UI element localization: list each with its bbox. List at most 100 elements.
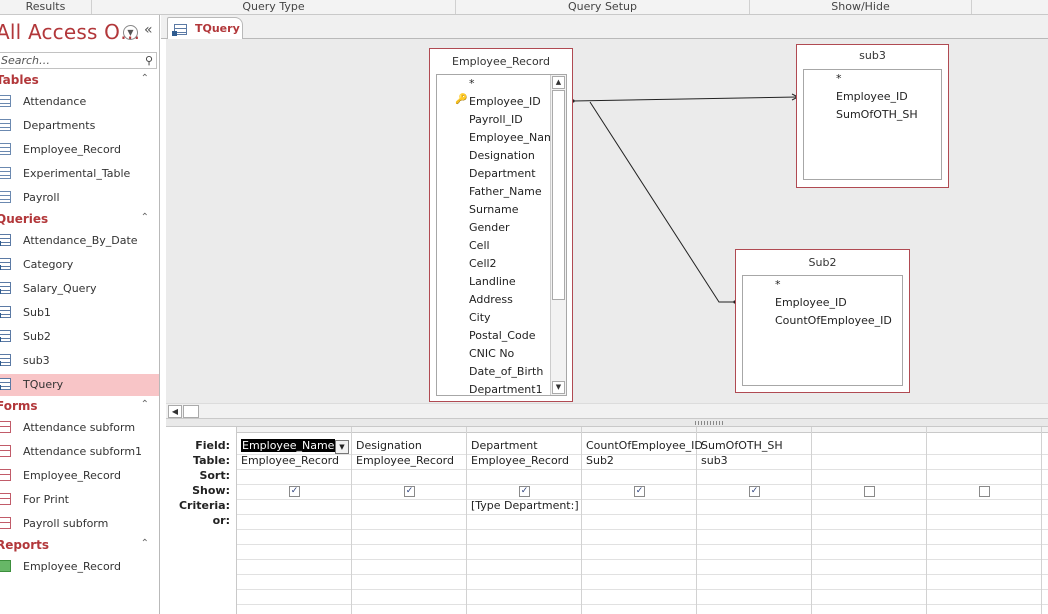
nav-item-payroll[interactable]: Payroll <box>0 187 159 209</box>
splitter-grip-icon[interactable] <box>695 421 725 425</box>
field-surname[interactable]: Surname <box>469 203 518 216</box>
field-all-fields[interactable]: * <box>469 77 475 90</box>
tab-tquery[interactable]: TQuery <box>167 17 243 40</box>
show-checkbox[interactable]: ✓ <box>404 486 415 497</box>
collapse-section-icon[interactable]: ⌃ <box>141 212 149 223</box>
field-address[interactable]: Address <box>469 293 513 306</box>
grid-column-4[interactable]: CountOfEmployee_ID Sub2 ✓ <box>582 427 703 614</box>
field-cell[interactable]: Department <box>471 439 538 452</box>
field-cell[interactable]: Cell <box>469 239 490 252</box>
field-cnic-no[interactable]: CNIC No <box>469 347 514 360</box>
query-design-grid: Field: Table: Sort: Show: Criteria: or: Emplo… <box>166 427 1048 614</box>
table-cell[interactable]: Sub2 <box>586 454 614 467</box>
scroll-left-arrow-icon[interactable]: ◀ <box>168 405 182 418</box>
scroll-thumb[interactable] <box>183 405 199 418</box>
nav-item-employee-record[interactable]: Employee_Record <box>0 465 159 487</box>
nav-item-sub1[interactable]: Sub1 <box>0 302 159 324</box>
nav-section-forms[interactable]: Forms ⌃ <box>0 398 159 416</box>
chevron-down-icon[interactable]: ▼ <box>123 25 138 40</box>
nav-pane-title[interactable]: All Access O… <box>0 20 140 44</box>
nav-item-sub3[interactable]: sub3 <box>0 350 159 372</box>
show-checkbox[interactable]: ✓ <box>519 486 530 497</box>
nav-item-for-print[interactable]: For Print <box>0 489 159 511</box>
pane-splitter[interactable] <box>166 418 1048 427</box>
field-employee-id[interactable]: Employee_ID <box>836 90 908 103</box>
field-all-fields[interactable]: * <box>836 72 842 85</box>
chevron-down-icon[interactable]: ▼ <box>335 440 349 454</box>
nav-item-category[interactable]: Category <box>0 254 159 276</box>
nav-item-salary-query[interactable]: Salary_Query <box>0 278 159 300</box>
table-cell[interactable]: sub3 <box>701 454 728 467</box>
form-icon <box>0 445 11 457</box>
field-cell[interactable]: Designation <box>356 439 422 452</box>
nav-section-reports[interactable]: Reports ⌃ <box>0 537 159 555</box>
field-list-scrollbar[interactable]: ▲ ▼ <box>550 75 566 395</box>
field-father-name[interactable]: Father_Name <box>469 185 542 198</box>
field-employee-id[interactable]: Employee_ID <box>775 296 847 309</box>
field-landline[interactable]: Landline <box>469 275 516 288</box>
show-checkbox[interactable] <box>864 486 875 497</box>
nav-item-attendance-subform1[interactable]: Attendance subform1 <box>0 441 159 463</box>
grid-column-2[interactable]: Designation Employee_Record ✓ <box>352 427 467 614</box>
field-gender[interactable]: Gender <box>469 221 510 234</box>
scroll-down-arrow-icon[interactable]: ▼ <box>552 381 565 394</box>
grid-column-6[interactable] <box>812 427 927 614</box>
nav-item-employee-record[interactable]: Employee_Record <box>0 556 159 578</box>
field-cell[interactable]: CountOfEmployee_ID <box>586 439 703 452</box>
field-designation[interactable]: Designation <box>469 149 535 162</box>
field-cell[interactable]: Employee_Name <box>241 439 336 452</box>
field-payroll-id[interactable]: Payroll_ID <box>469 113 523 126</box>
field-countofemployee-id[interactable]: CountOfEmployee_ID <box>775 314 892 327</box>
nav-item-attendance-by-date[interactable]: Attendance_By_Date <box>0 230 159 252</box>
show-checkbox[interactable]: ✓ <box>634 486 645 497</box>
field-cell2[interactable]: Cell2 <box>469 257 497 270</box>
nav-item-experimental-table[interactable]: Experimental_Table <box>0 163 159 185</box>
show-checkbox[interactable]: ✓ <box>749 486 760 497</box>
field-cell[interactable]: SumOfOTH_SH <box>701 439 783 452</box>
criteria-cell[interactable]: [Type Department:] <box>471 499 579 512</box>
nav-item-payroll-subform[interactable]: Payroll subform <box>0 513 159 535</box>
collapse-section-icon[interactable]: ⌃ <box>141 538 149 549</box>
field-employee-name[interactable]: Employee_Name <box>469 131 561 144</box>
collapse-pane-icon[interactable]: « <box>144 22 153 38</box>
grid-column-5[interactable]: SumOfOTH_SH sub3 ✓ <box>697 427 812 614</box>
table-cell[interactable]: Employee_Record <box>356 454 454 467</box>
nav-item-attendance[interactable]: Attendance <box>0 91 159 113</box>
grid-column-7[interactable] <box>927 427 1042 614</box>
grid-column-3[interactable]: Department Employee_Record ✓ [Type Departme… <box>467 427 582 614</box>
field-postal-code[interactable]: Postal_Code <box>469 329 535 342</box>
field-value: Designation <box>356 439 422 452</box>
nav-item-departments[interactable]: Departments <box>0 115 159 137</box>
search-icon[interactable]: ⚲ <box>145 54 153 67</box>
table-cell[interactable]: Employee_Record <box>241 454 339 467</box>
nav-item-sub2[interactable]: Sub2 <box>0 326 159 348</box>
row-label-show: Show: <box>192 484 230 497</box>
nav-search-input[interactable]: Search… ⚲ <box>0 52 157 69</box>
field-city[interactable]: City <box>469 311 491 324</box>
show-checkbox[interactable]: ✓ <box>289 486 300 497</box>
navigation-pane: All Access O… ▼ « Search… ⚲ Tables ⌃ Atten… <box>0 15 160 614</box>
field-sumofoth-sh[interactable]: SumOfOTH_SH <box>836 108 918 121</box>
scroll-up-arrow-icon[interactable]: ▲ <box>552 76 565 89</box>
nav-section-title: Queries <box>0 212 49 226</box>
horizontal-scrollbar[interactable]: ◀ <box>166 403 1048 418</box>
field-department1[interactable]: Department1 <box>469 383 543 395</box>
table-box-employee-record[interactable]: Employee_Record * Employee_ID Payroll_ID Em… <box>429 48 573 402</box>
show-checkbox[interactable] <box>979 486 990 497</box>
nav-item-employee-record[interactable]: Employee_Record <box>0 139 159 161</box>
scroll-thumb[interactable] <box>552 90 565 300</box>
nav-item-attendance-subform[interactable]: Attendance subform <box>0 417 159 439</box>
field-employee-id[interactable]: Employee_ID <box>469 95 541 108</box>
field-all-fields[interactable]: * <box>775 278 781 291</box>
nav-item-tquery[interactable]: TQuery <box>0 374 159 396</box>
table-box-sub2[interactable]: Sub2 * Employee_ID CountOfEmployee_ID <box>735 249 910 393</box>
collapse-section-icon[interactable]: ⌃ <box>141 399 149 410</box>
nav-section-tables[interactable]: Tables ⌃ <box>0 72 159 90</box>
table-box-sub3[interactable]: sub3 * Employee_ID SumOfOTH_SH <box>796 44 949 188</box>
table-cell[interactable]: Employee_Record <box>471 454 569 467</box>
grid-column-1[interactable]: Employee_Name ▼ Employee_Record ✓ <box>237 427 352 614</box>
field-date-of-birth[interactable]: Date_of_Birth <box>469 365 543 378</box>
collapse-section-icon[interactable]: ⌃ <box>141 73 149 84</box>
nav-section-queries[interactable]: Queries ⌃ <box>0 211 159 229</box>
field-department[interactable]: Department <box>469 167 536 180</box>
